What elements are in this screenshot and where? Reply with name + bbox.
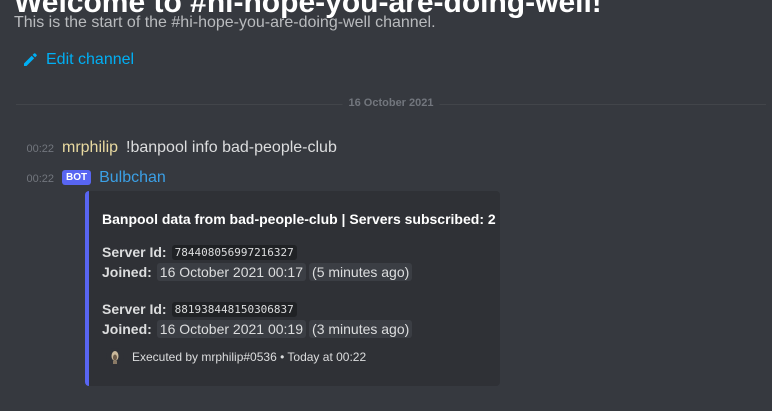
message-author[interactable]: Bulbchan <box>99 169 166 187</box>
joined-label: Joined: <box>102 264 152 280</box>
relative-time-text: 3 minutes ago <box>316 321 405 337</box>
message-author[interactable]: mrphilip <box>62 139 118 157</box>
server-id-field: Server Id: 881938448150306837 <box>102 301 297 317</box>
joined-relative-time[interactable]: (5 minutes ago) <box>309 263 413 281</box>
server-id-value: 881938448150306837 <box>171 301 297 317</box>
message-timestamp[interactable]: 00:22 <box>0 173 54 185</box>
message-row[interactable]: 00:22 BOT Bulbchan <box>0 169 174 187</box>
joined-label: Joined: <box>102 321 152 337</box>
message-text: !banpool info bad-people-club <box>126 139 337 156</box>
joined-timestamp[interactable]: 16 October 2021 00:19 <box>156 320 307 338</box>
server-id-field: Server Id: 784408056997216327 <box>102 244 297 260</box>
date-divider: 16 October 2021 <box>16 97 766 109</box>
edit-channel-link[interactable]: Edit channel <box>22 51 134 69</box>
embed-title: Banpool data from bad-people-club | Serv… <box>102 211 496 227</box>
embed-footer: Executed by mrphilip#0536 • Today at 00:… <box>106 348 366 366</box>
date-divider-label: 16 October 2021 <box>342 97 440 109</box>
server-id-label: Server Id: <box>102 244 167 260</box>
joined-relative-time[interactable]: (3 minutes ago) <box>309 320 413 338</box>
server-id-label: Server Id: <box>102 301 167 317</box>
message-timestamp[interactable]: 00:22 <box>0 143 54 155</box>
channel-description: This is the start of the #hi-hope-you-ar… <box>14 14 436 31</box>
user-avatar-icon[interactable] <box>106 348 124 366</box>
embed-footer-text: Executed by mrphilip#0536 • Today at 00:… <box>132 350 367 364</box>
relative-time-text: 5 minutes ago <box>316 264 405 280</box>
server-id-value: 784408056997216327 <box>171 244 297 260</box>
bot-badge: BOT <box>62 170 92 185</box>
pencil-icon <box>22 52 38 68</box>
message-row[interactable]: 00:22 mrphilip !banpool info bad-people-… <box>0 139 337 157</box>
chat-page: Welcome to #hi-hope-you-are-doing-well! … <box>0 0 772 411</box>
joined-timestamp[interactable]: 16 October 2021 00:17 <box>156 263 307 281</box>
edit-channel-label: Edit channel <box>46 51 135 68</box>
joined-field: Joined: 16 October 2021 00:19 (3 minutes… <box>102 320 413 338</box>
bot-embed: Banpool data from bad-people-club | Serv… <box>85 191 500 386</box>
joined-field: Joined: 16 October 2021 00:17 (5 minutes… <box>102 263 413 281</box>
